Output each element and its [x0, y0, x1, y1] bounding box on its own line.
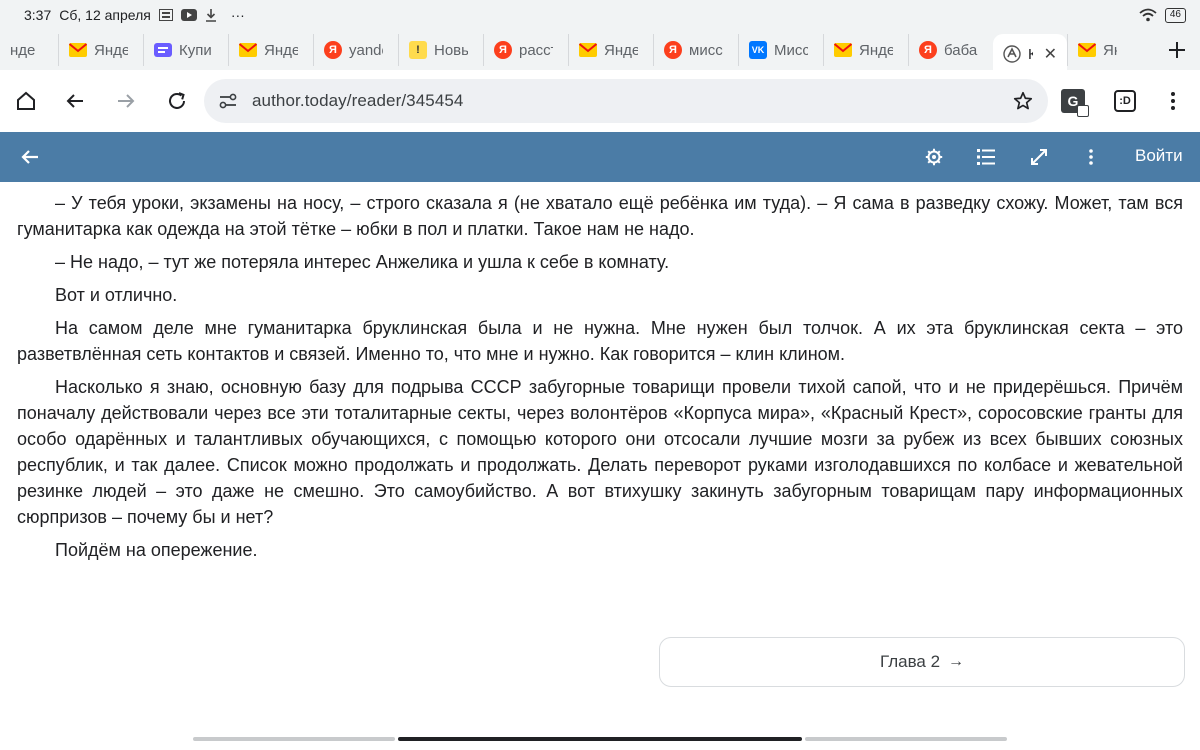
- home-button[interactable]: [3, 78, 49, 124]
- tab-label: нде: [10, 41, 36, 59]
- mail-icon: [69, 41, 87, 59]
- tab[interactable]: Янде: [1067, 34, 1127, 66]
- tab[interactable]: Янде: [228, 34, 313, 66]
- reader-back-button[interactable]: [14, 141, 46, 173]
- list-icon: [977, 149, 995, 165]
- close-icon[interactable]: ✕: [1044, 44, 1057, 64]
- home-icon: [17, 91, 35, 110]
- mail-icon: [834, 41, 852, 59]
- tab-label: Кн: [1028, 45, 1033, 63]
- menu-button[interactable]: [1151, 78, 1195, 124]
- scroll-track-right: [805, 737, 1007, 741]
- yandex-icon: Я: [919, 41, 937, 59]
- navigation-gesture-bar[interactable]: [398, 737, 802, 741]
- tab-label: расст: [519, 41, 553, 59]
- next-chapter-label: Глава 2: [879, 652, 941, 671]
- forward-button[interactable]: [103, 78, 149, 124]
- status-time: 3:37: [24, 7, 52, 23]
- fullscreen-button[interactable]: [1023, 141, 1055, 173]
- paragraph: – У тебя уроки, экзамены на носу, – стро…: [17, 193, 1183, 239]
- download-notification-icon: [205, 8, 217, 22]
- paragraph: Насколько я знаю, основную базу для подр…: [17, 377, 1183, 527]
- tab-label: баба: [944, 41, 978, 59]
- yandex-icon: Я: [324, 41, 342, 59]
- paragraph: Пойдём на опережение.: [55, 540, 258, 560]
- back-button[interactable]: [52, 78, 98, 124]
- news-icon: !: [409, 41, 427, 59]
- expand-icon: [1031, 149, 1047, 165]
- address-bar[interactable]: author.today/reader/345454: [204, 79, 1048, 123]
- paragraph: – Не надо, – тут же потеряла интерес Анж…: [55, 252, 670, 272]
- gallery-notification-icon: [158, 9, 173, 21]
- yandex-icon: Я: [494, 41, 512, 59]
- tab[interactable]: Ярасст: [483, 34, 568, 66]
- tab-label: Купи: [179, 41, 212, 59]
- tab[interactable]: Ямисс: [653, 34, 738, 66]
- table-of-contents-button[interactable]: [970, 141, 1002, 173]
- browser-toolbar: author.today/reader/345454 G :D: [0, 70, 1200, 132]
- tab-label: Новь: [434, 41, 468, 59]
- battery-indicator: 46: [1164, 7, 1186, 23]
- tab[interactable]: Купи: [143, 34, 228, 66]
- next-chapter-button[interactable]: Глава 2 →: [659, 637, 1185, 687]
- tab-label: Янде: [264, 41, 298, 59]
- more-vert-icon: [1089, 149, 1093, 165]
- tab[interactable]: Янде: [58, 34, 143, 66]
- tab-active[interactable]: Кн ✕: [993, 34, 1067, 74]
- tab[interactable]: ! Новь: [398, 34, 483, 66]
- reload-button[interactable]: [154, 78, 200, 124]
- plus-icon: [1169, 42, 1185, 58]
- vk-icon: VK: [749, 41, 767, 59]
- reader-settings-button[interactable]: [918, 141, 950, 173]
- tab-label: Мисс: [774, 41, 808, 59]
- mail-icon: [579, 41, 597, 59]
- translate-button[interactable]: G: [1051, 78, 1095, 124]
- tab[interactable]: нде: [0, 34, 58, 66]
- tab-label: мисс: [689, 41, 723, 59]
- paragraph: Вот и отлично.: [55, 285, 178, 305]
- status-more: ···: [230, 7, 245, 23]
- status-bar: 3:37 Сб, 12 апреля ··· 46: [0, 0, 1200, 30]
- tab-label: Янде: [94, 41, 128, 59]
- tab-switcher-icon: :D: [1114, 90, 1136, 112]
- kupi-icon: [154, 41, 172, 59]
- arrow-right-icon: [118, 94, 135, 108]
- site-info-icon[interactable]: [218, 93, 238, 109]
- mail-icon: [1078, 41, 1096, 59]
- arrow-left-icon: [66, 94, 83, 108]
- gear-icon: [925, 148, 943, 166]
- arrow-left-icon: [21, 150, 38, 164]
- mail-icon: [239, 41, 257, 59]
- tab-label: Янде: [604, 41, 638, 59]
- tab-switcher-button[interactable]: :D: [1103, 78, 1147, 124]
- url-text[interactable]: author.today/reader/345454: [252, 91, 464, 111]
- wifi-icon: [1139, 8, 1157, 22]
- tab[interactable]: Янде: [568, 34, 653, 66]
- tab-label: yande: [349, 41, 383, 59]
- tab[interactable]: VK Мисс: [738, 34, 823, 66]
- tab-label: Янде: [859, 41, 893, 59]
- chapter-text: – У тебя уроки, экзамены на носу, – стро…: [17, 190, 1183, 570]
- scroll-track-left: [193, 737, 395, 741]
- youtube-notification-icon: [180, 9, 197, 21]
- author-today-icon: [1003, 45, 1021, 63]
- more-vert-icon: [1171, 92, 1175, 110]
- tab[interactable]: Ябаба: [908, 34, 993, 66]
- tab[interactable]: Янде: [823, 34, 908, 66]
- status-date: Сб, 12 апреля: [59, 7, 151, 23]
- arrow-right-icon: →: [948, 653, 965, 670]
- reader-header: Войти: [0, 132, 1200, 182]
- tab-strip: нде Янде Купи Янде Яyande! Новь Ярасст Янде Ямис…: [0, 30, 1200, 74]
- tab-label: Янде: [1103, 41, 1117, 59]
- new-tab-button[interactable]: [1168, 37, 1186, 63]
- reload-icon: [169, 92, 185, 109]
- bookmark-star-icon[interactable]: [1012, 90, 1034, 112]
- login-button[interactable]: Войти: [1135, 146, 1183, 166]
- yandex-icon: Я: [664, 41, 682, 59]
- paragraph: На самом деле мне гуманитарка бруклинска…: [17, 318, 1183, 364]
- translate-icon: G: [1061, 89, 1089, 117]
- tab[interactable]: Яyande: [313, 34, 398, 66]
- reader-more-button[interactable]: [1075, 141, 1107, 173]
